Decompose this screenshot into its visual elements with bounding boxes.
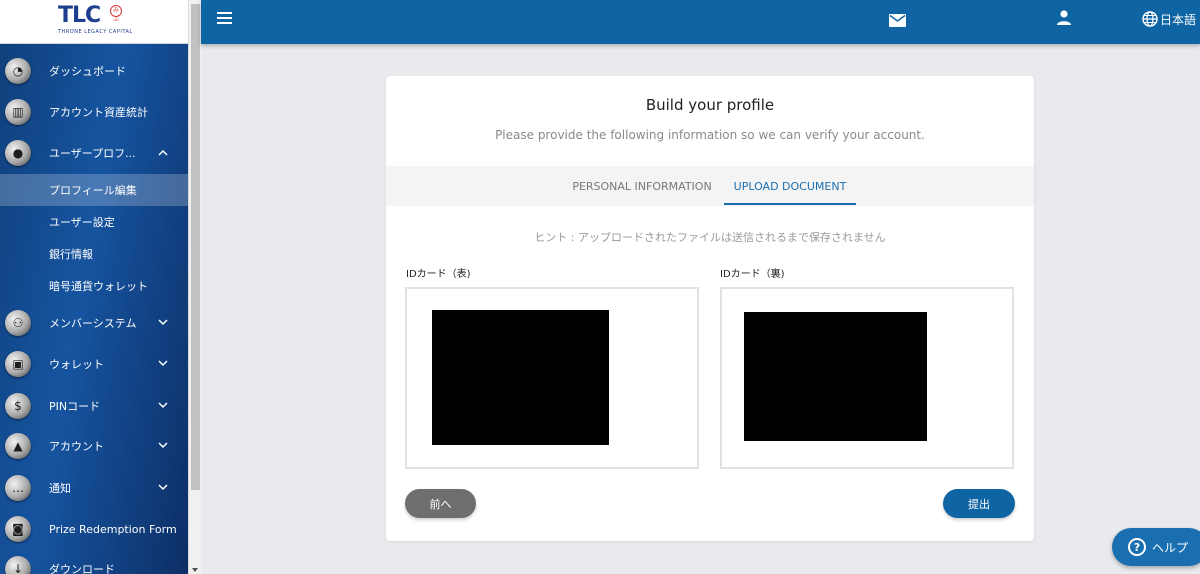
sidebar-subitem-label: ユーザー設定 xyxy=(49,216,115,229)
page-subtitle: Please provide the following information… xyxy=(495,128,925,142)
id-back-upload[interactable] xyxy=(720,287,1014,469)
chevron-down-icon xyxy=(158,319,168,327)
sidebar-item-label: 通知 xyxy=(49,482,71,495)
members-icon: ⚇ xyxy=(5,310,31,336)
sidebar-item-account[interactable]: ▲ アカウント xyxy=(0,426,188,466)
sidebar-item-label: メンバーシステム xyxy=(49,317,137,330)
sidebar-item-label: PINコード xyxy=(49,400,101,413)
sidebar-subitem-crypto-wallet[interactable]: 暗号通貨ウォレット xyxy=(0,270,188,302)
camera-icon: ◙ xyxy=(5,516,31,542)
tab-bar: PERSONAL INFORMATION UPLOAD DOCUMENT xyxy=(386,166,1034,206)
top-bar: 日本語 xyxy=(201,0,1200,44)
previous-button[interactable]: 前へ xyxy=(405,489,476,518)
sidebar-subitem-label: プロフィール編集 xyxy=(49,184,137,197)
tab-personal-information[interactable]: PERSONAL INFORMATION xyxy=(568,166,716,206)
logo-text: TLC xyxy=(58,3,101,28)
sidebar-subitem-edit-profile[interactable]: プロフィール編集 xyxy=(0,174,188,206)
wallet-icon: ▣ xyxy=(5,351,31,377)
sidebar-item-label: ユーザープロフ... xyxy=(49,147,136,160)
id-front-image xyxy=(432,310,609,445)
sidebar-item-label: ダッシュボード xyxy=(49,65,126,78)
menu-icon[interactable] xyxy=(217,12,233,28)
lock-icon: ▲ xyxy=(5,433,31,459)
logo[interactable]: TLC みふ THRONE LEGACY CAPITAL xyxy=(0,0,188,44)
user-icon[interactable] xyxy=(1057,10,1071,26)
id-back-label: IDカード（裏) xyxy=(720,269,785,280)
sidebar-item-pin-code[interactable]: $ PINコード xyxy=(0,386,188,426)
user-icon: ● xyxy=(5,140,31,166)
chevron-down-icon xyxy=(158,360,168,368)
page-title: Build your profile xyxy=(645,96,775,114)
sidebar-subitem-bank-info[interactable]: 銀行情報 xyxy=(0,238,188,270)
chevron-down-icon xyxy=(158,402,168,410)
chat-icon: … xyxy=(5,475,31,501)
chevron-up-icon xyxy=(158,149,168,157)
tab-upload-document[interactable]: UPLOAD DOCUMENT xyxy=(724,166,856,206)
scrollbar-thumb[interactable] xyxy=(191,4,200,490)
sidebar-item-dashboard[interactable]: ◔ ダッシュボード xyxy=(0,51,188,91)
profile-card: Build your profile Please provide the fo… xyxy=(386,76,1034,541)
sidebar-item-label: アカウント資産統計 xyxy=(49,106,148,119)
sidebar-item-wallet[interactable]: ▣ ウォレット xyxy=(0,344,188,384)
shield-icon: $ xyxy=(5,393,31,419)
chevron-down-icon xyxy=(158,442,168,450)
bar-chart-icon: ▥ xyxy=(5,99,31,125)
sidebar-item-label: アカウント xyxy=(49,440,104,453)
sidebar-scrollbar[interactable] xyxy=(188,0,201,574)
mail-icon[interactable] xyxy=(889,12,906,27)
id-back-image xyxy=(744,312,927,441)
dashboard-icon: ◔ xyxy=(5,58,31,84)
sidebar-item-user-profile[interactable]: ● ユーザープロフ... xyxy=(0,133,188,173)
download-icon: ↓ xyxy=(5,556,31,574)
help-button[interactable]: ? ヘルプ xyxy=(1112,528,1200,566)
active-tab-indicator xyxy=(724,203,856,205)
help-icon: ? xyxy=(1128,538,1146,556)
help-label: ヘルプ xyxy=(1152,540,1189,555)
sidebar-item-label: Prize Redemption Form xyxy=(49,522,177,536)
language-label: 日本語 xyxy=(1160,12,1197,27)
upload-hint: ヒント : アップロードされたファイルは送信されるまで保存されません xyxy=(534,231,886,244)
sidebar-item-notifications[interactable]: … 通知 xyxy=(0,468,188,508)
sidebar-item-download[interactable]: ↓ ダウンロード xyxy=(0,549,188,574)
id-front-upload[interactable] xyxy=(405,287,699,469)
submit-button[interactable]: 提出 xyxy=(943,489,1015,518)
sidebar-item-asset-stats[interactable]: ▥ アカウント資産統計 xyxy=(0,92,188,132)
logo-badge: みふ xyxy=(110,5,122,23)
sidebar-item-label: ダウンロード xyxy=(49,563,115,574)
sidebar-item-prize-redemption[interactable]: ◙ Prize Redemption Form xyxy=(0,509,188,549)
language-selector[interactable]: 日本語 xyxy=(1142,10,1196,28)
sidebar-subitem-label: 暗号通貨ウォレット xyxy=(49,280,148,293)
logo-subtitle: THRONE LEGACY CAPITAL xyxy=(58,29,133,35)
id-front-label: IDカード（表) xyxy=(406,269,471,280)
scroll-down-arrow-icon[interactable] xyxy=(192,568,198,572)
sidebar-subitem-label: 銀行情報 xyxy=(49,248,93,261)
sidebar-item-label: ウォレット xyxy=(49,358,104,371)
sidebar-item-member-system[interactable]: ⚇ メンバーシステム xyxy=(0,303,188,343)
chevron-down-icon xyxy=(158,484,168,492)
globe-icon xyxy=(1142,11,1158,27)
sidebar-subitem-user-settings[interactable]: ユーザー設定 xyxy=(0,206,188,238)
sidebar: TLC みふ THRONE LEGACY CAPITAL ◔ ダッシュボード ▥… xyxy=(0,0,188,574)
